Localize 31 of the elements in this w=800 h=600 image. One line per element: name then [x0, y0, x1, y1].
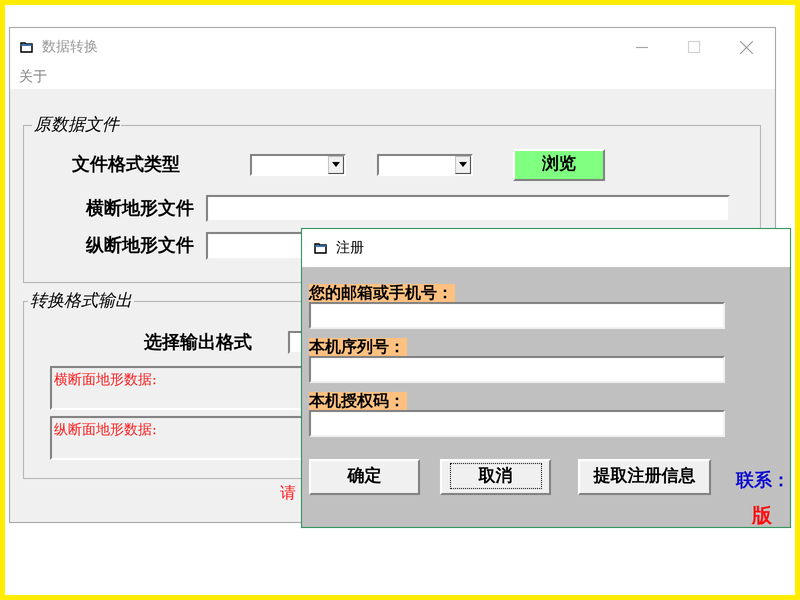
field-label: 您的邮箱或手机号：: [309, 284, 455, 302]
dialog-button[interactable]: 确定: [309, 459, 420, 495]
dropdown[interactable]: [250, 154, 346, 176]
input-field[interactable]: [309, 356, 725, 383]
menu-item[interactable]: 关于: [19, 67, 47, 88]
minimize-icon[interactable]: [636, 46, 648, 48]
input-field[interactable]: [309, 302, 725, 329]
window-icon: [20, 40, 34, 54]
group-title: 原数据文件: [33, 114, 121, 137]
field-label: 横断地形文件: [84, 196, 194, 220]
data-label: 纵断面地形数据:: [54, 420, 157, 440]
notice-text: 请: [280, 482, 296, 504]
dialog-button[interactable]: 取消: [440, 459, 551, 495]
close-icon[interactable]: [740, 40, 753, 54]
dialog-title: 注册: [336, 238, 364, 258]
copyright-label: 版: [752, 502, 773, 529]
window-icon: [314, 242, 328, 254]
window-title: 数据转换: [42, 38, 98, 56]
group-title: 转换格式输出: [29, 290, 133, 313]
field-label: 本机序列号：: [309, 338, 407, 356]
field-label: 本机授权码：: [309, 392, 407, 410]
input-field[interactable]: [309, 410, 725, 437]
dialog-button[interactable]: 提取注册信息: [578, 459, 711, 495]
file-path-field[interactable]: [206, 194, 730, 222]
field-label: 选择输出格式: [143, 330, 252, 354]
field-label: 文件格式类型: [72, 153, 181, 177]
field-label: 纵断地形文件: [84, 234, 194, 258]
browse-button[interactable]: 浏览: [513, 148, 605, 180]
data-label: 横断面地形数据:: [54, 370, 157, 390]
dropdown[interactable]: [377, 154, 473, 176]
contact-label: 联系：: [736, 469, 790, 493]
